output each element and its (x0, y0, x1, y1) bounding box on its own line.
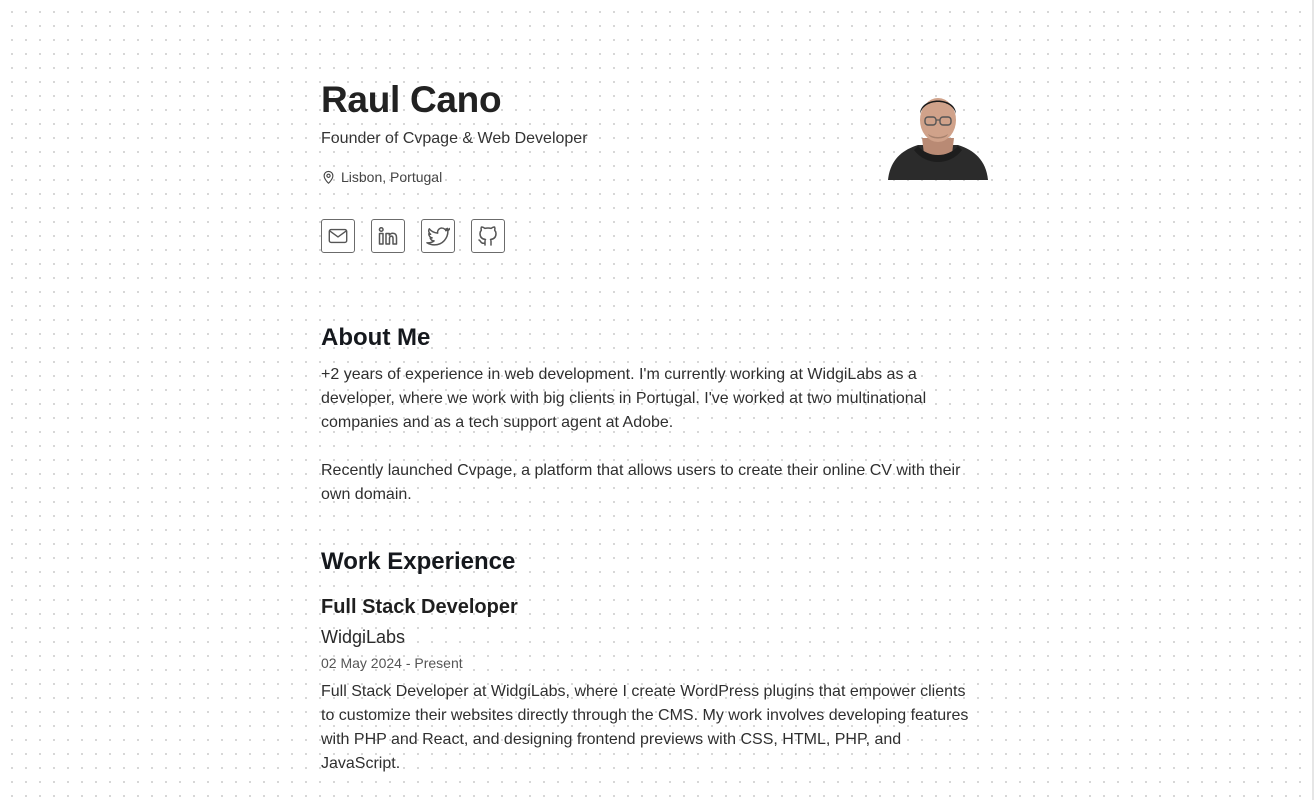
work-experience-section: Work Experience Full Stack Developer Wid… (321, 547, 989, 776)
job-company: WidgiLabs (321, 627, 406, 647)
profile-headline: Founder of Cvpage & Web Developer (321, 130, 588, 147)
github-icon (478, 226, 497, 246)
work-experience-title: Work Experience (321, 548, 516, 575)
job-description: Full Stack Developer at WidgiLabs, where… (321, 683, 969, 772)
about-paragraph: +2 years of experience in web developmen… (321, 366, 927, 431)
linkedin-link[interactable] (371, 219, 405, 253)
profile-name: Raul Cano (321, 79, 502, 120)
cv-page: Raul Cano Founder of Cvpage & Web Develo… (321, 0, 989, 772)
github-link[interactable] (471, 219, 505, 253)
map-pin-icon (323, 170, 334, 184)
twitter-link[interactable] (421, 219, 455, 253)
social-links (321, 219, 505, 253)
about-paragraph: Recently launched Cvpage, a platform tha… (321, 462, 961, 503)
avatar (888, 98, 988, 180)
about-section: About Me +2 years of experience in web d… (321, 323, 989, 507)
about-title: About Me (321, 324, 431, 351)
job-dates: 02 May 2024 - Present (321, 655, 463, 671)
job-entry: Full Stack Developer WidgiLabs 02 May 20… (321, 593, 989, 776)
twitter-icon (426, 227, 450, 246)
email-link[interactable] (321, 219, 355, 253)
mail-icon (328, 228, 348, 244)
location-text: Lisbon, Portugal (341, 169, 443, 185)
job-role: Full Stack Developer (321, 596, 518, 618)
linkedin-icon (378, 226, 398, 245)
profile-location: Lisbon, Portugal (321, 167, 442, 187)
profile-header: Raul Cano Founder of Cvpage & Web Develo… (321, 0, 989, 270)
